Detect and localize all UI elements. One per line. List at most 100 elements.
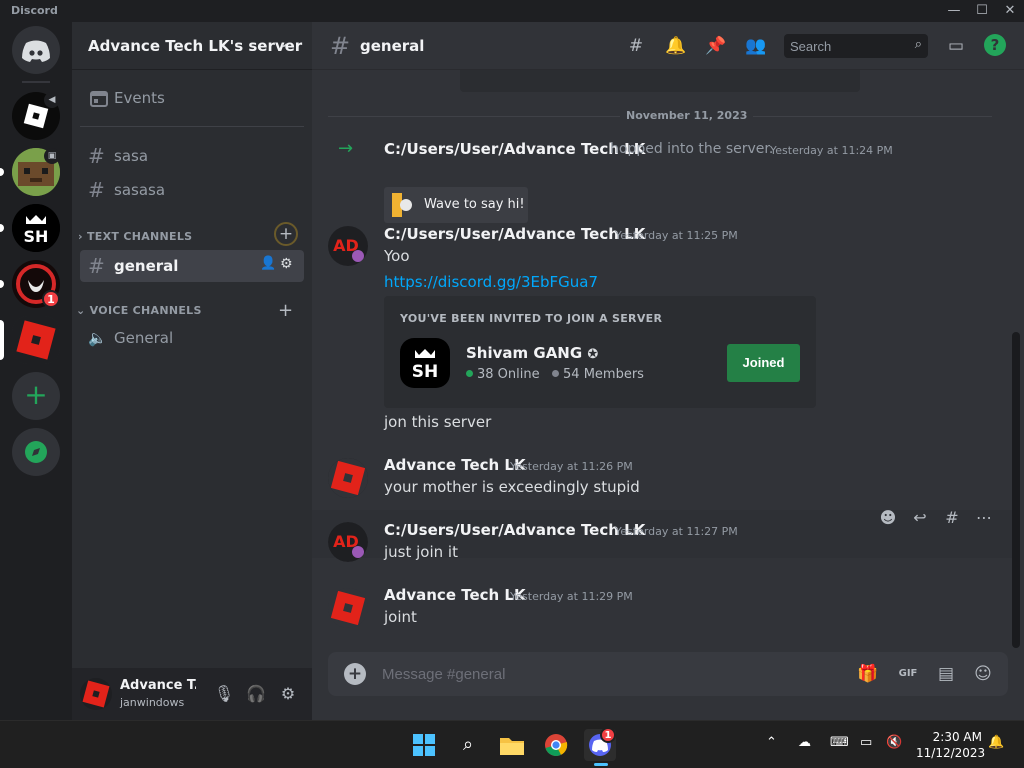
search-box[interactable]: ⌕ (784, 34, 928, 58)
invite-link[interactable]: https://discord.gg/3EbFGua7 (384, 273, 598, 291)
message-timestamp: Yesterday at 11:29 PM (510, 590, 633, 603)
notification-bell-icon[interactable]: 🔔 (988, 735, 1004, 750)
message-author[interactable]: Advance Tech LK (384, 586, 526, 604)
voice-channel-general[interactable]: 🔈 General (80, 322, 304, 354)
channel-label: general (114, 257, 179, 275)
inbox-icon[interactable]: ▭ (944, 34, 968, 58)
guild-header[interactable]: Advance Tech LK's server ⌄ (72, 22, 312, 70)
hash-icon: # (330, 32, 351, 60)
avatar[interactable]: AD (328, 226, 368, 266)
hash-icon: # (88, 178, 105, 202)
online-dot-icon (466, 370, 473, 377)
start-button[interactable] (408, 729, 440, 761)
event-icon: ▣ (44, 148, 60, 164)
add-voice-channel-button[interactable]: + (278, 300, 293, 321)
avatar[interactable] (328, 458, 368, 498)
emoji-icon[interactable]: ☺ (971, 662, 995, 686)
wave-label: Wave to say hi! (424, 197, 525, 212)
events-item[interactable]: Events (80, 82, 304, 114)
category-text-channels[interactable]: › TEXT CHANNELS (78, 230, 192, 243)
create-thread-icon[interactable]: # (940, 506, 964, 530)
join-arrow-icon: → (338, 138, 354, 159)
gift-icon[interactable]: 🎁 (856, 662, 880, 686)
minimize-button[interactable]: — (940, 0, 968, 22)
headphones-icon[interactable]: 🎧 (244, 682, 268, 706)
user-username: janwindows (120, 696, 185, 709)
chevron-up-icon[interactable]: ⌃ (766, 735, 777, 750)
member-list-icon[interactable]: 👥 (744, 34, 768, 58)
search-icon: ⌕ (914, 37, 922, 52)
channel-sasasa[interactable]: # sasasa (80, 174, 304, 206)
avatar[interactable] (328, 588, 368, 628)
message-author[interactable]: C:/Users/User/Advance Tech LK (384, 140, 645, 158)
message-text: just join it (384, 543, 458, 561)
wave-button[interactable]: Wave to say hi! (384, 187, 528, 223)
taskbar-badge: 1 (600, 727, 616, 743)
cloud-offline-icon[interactable]: ☁ (798, 735, 811, 750)
taskbar: ⌕ 1 ⌃ ☁ ⌨ ▭ 🔇 2:30 AM 11/12/2023 🔔 (0, 720, 1024, 768)
unread-pill (0, 280, 4, 288)
clock[interactable]: 2:30 AM 11/12/2023 (916, 729, 986, 761)
app-title: Discord (11, 4, 58, 17)
help-icon[interactable]: ? (984, 34, 1006, 56)
home-button[interactable] (12, 26, 60, 74)
close-button[interactable]: ✕ (996, 0, 1024, 22)
selected-pill (0, 320, 4, 360)
message-author[interactable]: C:/Users/User/Advance Tech LK (384, 225, 645, 243)
search-input[interactable] (790, 36, 900, 56)
settings-gear-icon[interactable]: ⚙ (276, 682, 300, 706)
discord-logo-icon (22, 40, 50, 62)
message-composer: + 🎁 GIF ▤ ☺ (328, 652, 1008, 696)
chrome-icon (545, 734, 568, 756)
scrollbar[interactable] (1012, 332, 1020, 648)
add-reaction-icon[interactable]: ☻ (876, 506, 900, 530)
roblox-red-icon (328, 588, 368, 628)
channel-general[interactable]: # general 👤 ⚙ (80, 250, 304, 282)
maximize-button[interactable]: ☐ (968, 0, 996, 22)
file-explorer-button[interactable] (496, 729, 528, 761)
date-label: November 11, 2023 (620, 109, 754, 122)
message-author[interactable]: Advance Tech LK (384, 456, 526, 474)
speaker-icon: ◀ (44, 92, 60, 108)
channel-sidebar: Advance Tech LK's server ⌄ Events # sasa… (72, 22, 312, 720)
server-shivam-gang[interactable]: SH (12, 204, 60, 252)
volume-muted-icon[interactable]: 🔇 (886, 735, 902, 750)
add-server-button[interactable]: + (12, 372, 60, 420)
create-channel-button[interactable]: + (274, 222, 298, 246)
avatar[interactable]: AD (328, 522, 368, 562)
message-timestamp: Yesterday at 11:24 PM (770, 144, 893, 157)
gear-icon[interactable]: ⚙ (280, 256, 293, 272)
search-icon: ⌕ (462, 734, 474, 755)
avatar[interactable] (80, 678, 112, 710)
category-voice-channels[interactable]: ⌄ VOICE CHANNELS (76, 304, 202, 317)
pin-icon[interactable]: 📌 (704, 34, 728, 58)
roblox-red-icon (328, 458, 368, 498)
explore-button[interactable] (12, 428, 60, 476)
roblox-red-icon (82, 680, 110, 708)
bell-icon[interactable]: 🔔 (664, 34, 688, 58)
chrome-button[interactable] (540, 729, 572, 761)
gif-button[interactable]: GIF (896, 662, 920, 686)
microphone-icon[interactable]: 🎙 (212, 682, 236, 706)
calendar-icon (90, 91, 108, 107)
attach-plus-icon[interactable]: + (344, 663, 366, 685)
joined-button[interactable]: Joined (727, 344, 800, 382)
network-icon[interactable]: ▭ (860, 735, 872, 750)
sticker-icon[interactable]: ▤ (934, 662, 958, 686)
more-icon[interactable]: ⋯ (972, 506, 996, 530)
keyboard-icon[interactable]: ⌨ (830, 735, 849, 750)
hash-icon: # (88, 254, 105, 278)
date-label: 11/12/2023 (916, 746, 986, 760)
server-advance-tech[interactable] (12, 316, 60, 364)
channel-sasa[interactable]: # sasa (80, 140, 304, 172)
ad-avatar-icon: AD (328, 522, 368, 562)
invite-people-icon[interactable]: 👤 (260, 256, 276, 271)
server-rail: ◀ ▣ SH 1 + (0, 22, 72, 720)
reply-icon[interactable]: ↩ (908, 506, 932, 530)
message-input[interactable] (382, 664, 832, 684)
threads-icon[interactable]: # (624, 34, 648, 58)
ad-avatar-icon: AD (328, 226, 368, 266)
channel-header: # general # 🔔 📌 👥 ⌕ ▭ ? (312, 22, 1024, 70)
search-taskbar-button[interactable]: ⌕ (452, 729, 484, 761)
message-author[interactable]: C:/Users/User/Advance Tech LK (384, 521, 645, 539)
